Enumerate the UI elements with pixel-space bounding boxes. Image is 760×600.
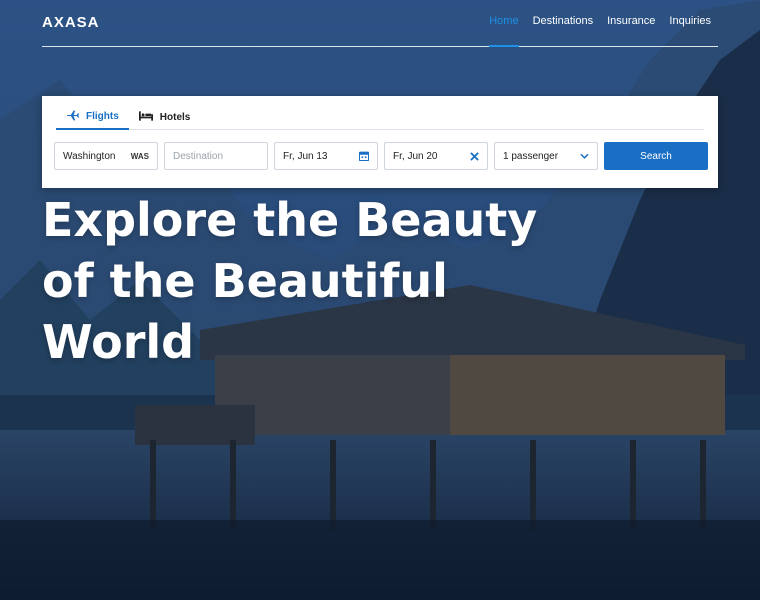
hero-line-2: of the Beautiful [42,254,448,308]
tab-hotels-label: Hotels [159,111,191,123]
close-icon[interactable] [470,151,479,161]
calendar-icon[interactable] [359,151,369,161]
destination-field[interactable]: Destination [164,142,268,170]
origin-value: Washington [63,150,116,162]
hero-line-1: Explore the Beauty [42,193,538,247]
airplane-icon [66,110,79,124]
passenger-value: 1 passenger [503,150,559,162]
nav-inquiries-link[interactable]: Inquiries [669,15,711,27]
main-menu: Home Destinations Insurance Inquiries [489,15,711,47]
depart-date-field[interactable]: Fr, Jun 13 [274,142,378,170]
top-navigation: AXASA Home Destinations Insurance Inquir… [42,0,718,47]
origin-code: WAS [130,151,149,161]
chevron-down-icon [580,153,589,159]
tab-hotels[interactable]: Hotels [129,105,201,129]
depart-date-value: Fr, Jun 13 [283,150,328,162]
origin-field[interactable]: Washington WAS [54,142,158,170]
nav-destinations-link[interactable]: Destinations [533,15,594,27]
hero-heading: Explore the Beauty of the Beautiful Worl… [42,190,602,373]
return-date-value: Fr, Jun 20 [393,150,438,162]
destination-placeholder: Destination [173,150,224,162]
return-date-field[interactable]: Fr, Jun 20 [384,142,488,170]
brand-logo[interactable]: AXASA [42,14,100,31]
bed-icon [138,110,153,124]
booking-panel: Flights Hotels Washington WAS Destinatio… [42,96,718,188]
tab-flights-label: Flights [86,111,119,122]
flight-search-form: Washington WAS Destination Fr, Jun 13 Fr… [54,142,708,170]
booking-tabs: Flights Hotels [56,105,704,130]
nav-home-link[interactable]: Home [489,15,519,47]
hero-line-3: World [42,315,195,369]
nav-insurance-link[interactable]: Insurance [607,15,655,27]
tab-flights[interactable]: Flights [56,105,129,130]
search-button[interactable]: Search [604,142,708,170]
passenger-select[interactable]: 1 passenger [494,142,598,170]
